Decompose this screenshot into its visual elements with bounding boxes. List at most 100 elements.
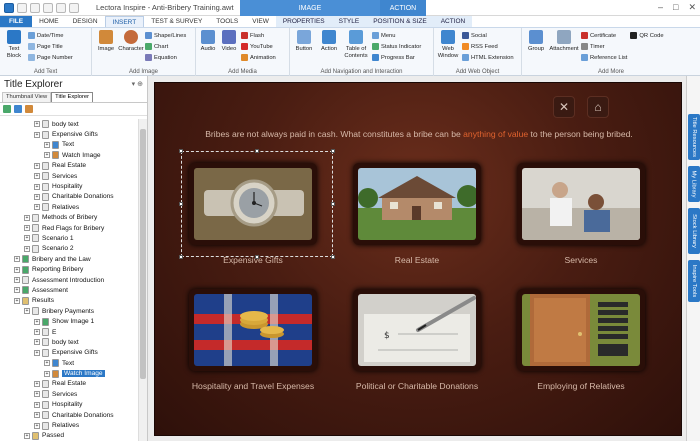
maximize-button[interactable]: □ [673,2,678,13]
tree-item[interactable]: + Real Estate [0,379,138,389]
pin-icon[interactable]: ▾ ⊕ [132,80,143,88]
close-button[interactable]: ✕ [688,2,696,13]
tree-item[interactable]: + Assessment [0,285,138,295]
tab-style[interactable]: STYLE [331,16,367,27]
new-section-icon[interactable] [14,105,22,113]
tree-item[interactable]: + Services [0,389,138,399]
tab-design[interactable]: DESIGN [66,16,105,27]
equation-button[interactable]: Equation [145,53,186,62]
tab-thumbnail-view[interactable]: Thumbnail View [2,92,52,102]
tab-properties[interactable]: PROPERTIES [275,16,332,27]
resize-handle[interactable] [179,255,183,259]
tab-position-size[interactable]: POSITION & SIZE [366,16,434,27]
tree-item[interactable]: + Text [0,358,138,368]
expand-icon[interactable]: + [24,214,30,221]
expand-icon[interactable]: + [34,318,40,325]
youtube-button[interactable]: YouTube [241,42,276,51]
chart-button[interactable]: Chart [145,42,186,51]
attachment-button[interactable]: Attachment [549,30,579,53]
tree-item[interactable]: + Text [0,140,138,150]
tile-real-estate[interactable] [353,163,481,245]
expand-icon[interactable]: + [34,329,40,335]
tree-item[interactable]: + Passed [0,431,138,441]
resize-handle[interactable] [255,255,259,259]
publish-icon[interactable] [69,2,79,13]
expand-icon[interactable]: + [44,360,50,367]
tree-item[interactable]: + Reporting Bribery [0,264,138,274]
expand-icon[interactable]: + [14,287,20,294]
expand-icon[interactable]: + [34,193,40,200]
expand-icon[interactable]: + [24,225,30,232]
expand-icon[interactable]: + [14,297,20,304]
new-page-icon[interactable] [25,105,33,113]
resize-handle[interactable] [179,149,183,153]
tab-action[interactable]: ACTION [433,16,473,27]
resize-handle[interactable] [179,202,183,206]
tab-home[interactable]: HOME [32,16,66,27]
tree-item[interactable]: + Expensive Gifts [0,129,138,139]
tree-item[interactable]: + Charitable Donations [0,192,138,202]
close-page-button[interactable]: ✕ [553,96,575,118]
audio-button[interactable]: Audio [199,30,217,53]
tree-item[interactable]: + body text [0,119,138,129]
social-button[interactable]: Social [462,31,514,40]
preview-icon[interactable] [56,2,66,13]
tree-item[interactable]: + Relatives [0,420,138,430]
button-button[interactable]: Button [293,30,315,53]
table-of-contents-button[interactable]: Table of Contents [343,30,369,59]
text-block-button[interactable]: Text Block [3,30,25,59]
tree-item[interactable]: + Hospitality [0,400,138,410]
expand-icon[interactable]: + [34,162,40,169]
expand-icon[interactable]: + [24,245,30,252]
html-extension-button[interactable]: HTML Extension [462,53,514,62]
expand-icon[interactable]: + [14,256,20,263]
expand-icon[interactable]: + [34,183,40,190]
new-chapter-icon[interactable] [3,105,11,113]
animation-button[interactable]: Animation [241,53,276,62]
tree-item[interactable]: + Watch Image [0,150,138,160]
tile-donations[interactable]: $ [353,289,481,371]
date-time-button[interactable]: Date/Time [28,31,73,40]
expand-icon[interactable]: + [34,412,40,419]
tree-item[interactable]: + Real Estate [0,161,138,171]
menu-button[interactable]: Menu [372,31,421,40]
scrollbar-thumb[interactable] [140,129,146,379]
tab-title-explorer[interactable]: Title Explorer [51,92,94,102]
expand-icon[interactable]: + [34,391,40,398]
resize-handle[interactable] [255,149,259,153]
shape-lines-button[interactable]: Shape/Lines [145,31,186,40]
expand-icon[interactable]: + [34,401,40,408]
tile-services[interactable] [517,163,645,245]
side-tab-inspire-tools[interactable]: Inspire Tools [688,260,700,302]
tile-relatives[interactable] [517,289,645,371]
tile-hospitality[interactable] [189,289,317,371]
tree-item[interactable]: + Assessment Introduction [0,275,138,285]
tree-item[interactable]: + Scenario 2 [0,244,138,254]
tree-item[interactable]: + Expensive Gifts [0,348,138,358]
expand-icon[interactable]: + [44,141,50,148]
expand-icon[interactable]: + [24,308,30,315]
tab-file[interactable]: FILE [0,16,33,27]
expand-icon[interactable]: + [14,277,20,284]
tab-tools[interactable]: TOOLS [209,16,245,27]
group-button[interactable]: Group [525,30,547,53]
certificate-button[interactable]: Certificate [581,31,627,40]
expand-icon[interactable]: + [34,173,40,180]
tree-item[interactable]: + body text [0,337,138,347]
character-button[interactable]: Character [118,30,144,53]
tree-item[interactable]: + Scenario 1 [0,233,138,243]
expand-icon[interactable]: + [34,349,40,356]
tab-view[interactable]: VIEW [245,16,276,27]
redo-icon[interactable] [43,2,53,13]
side-tab-stock-library[interactable]: Stock Library [688,208,700,254]
page-title-button[interactable]: Page Title [28,42,73,51]
tree-item[interactable]: + Bribery and the Law [0,254,138,264]
tree-item[interactable]: + Services [0,171,138,181]
tree-item[interactable]: + Relatives [0,202,138,212]
tree-item[interactable]: + Watch Image [0,368,138,378]
tree-scrollbar[interactable] [138,119,147,441]
video-button[interactable]: Video [220,30,238,53]
image-button[interactable]: Image [95,30,117,53]
tree-item[interactable]: + Hospitality [0,181,138,191]
side-tab-my-library[interactable]: My Library [688,166,700,202]
